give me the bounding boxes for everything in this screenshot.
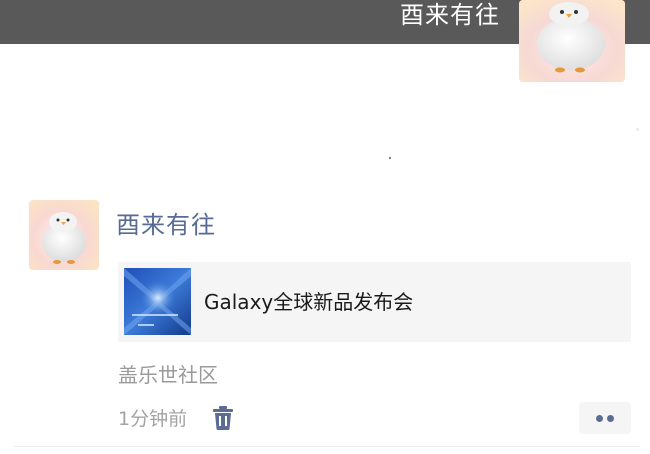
stray-dot: [389, 157, 391, 159]
shared-link-card[interactable]: Galaxy全球新品发布会: [118, 262, 631, 342]
penguin-avatar-icon: [29, 200, 99, 270]
cover-avatar[interactable]: [519, 0, 625, 82]
trash-icon[interactable]: [212, 405, 234, 431]
galaxy-event-thumbnail: [124, 268, 191, 335]
more-dots-icon: [596, 415, 603, 422]
more-dots-icon: [607, 415, 614, 422]
post-source[interactable]: 盖乐世社区: [118, 362, 218, 388]
post-time: 1分钟前: [118, 408, 188, 430]
divider: [14, 446, 640, 447]
more-actions-button[interactable]: [579, 402, 631, 434]
post-avatar[interactable]: [29, 200, 99, 270]
share-title: Galaxy全球新品发布会: [204, 290, 414, 314]
stray-mark: [636, 128, 639, 131]
post-author-name[interactable]: 酉来有往: [116, 210, 216, 240]
cover-user-name: 酉来有往: [400, 1, 500, 29]
share-thumbnail: [124, 268, 191, 335]
penguin-avatar-icon: [519, 0, 625, 82]
